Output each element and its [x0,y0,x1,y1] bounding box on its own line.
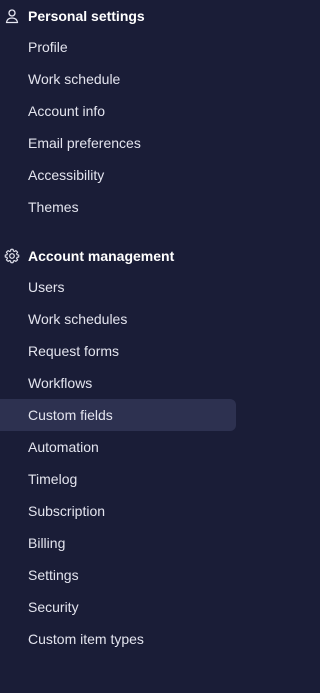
sidebar-item-work-schedules[interactable]: Work schedules [0,303,236,335]
sidebar-item-request-forms[interactable]: Request forms [0,335,236,367]
sidebar-item-account-info[interactable]: Account info [0,95,236,127]
sidebar-item-work-schedule[interactable]: Work schedule [0,63,236,95]
sidebar-item-profile[interactable]: Profile [0,31,236,63]
sidebar-item-label: Automation [28,439,99,455]
sidebar-item-label: Users [28,279,65,295]
section-header-personal-settings: Personal settings [0,2,248,30]
sidebar-item-label: Work schedules [28,311,128,327]
person-icon [5,9,19,24]
sidebar-item-users[interactable]: Users [0,271,236,303]
sidebar-item-label: Timelog [28,471,78,487]
sidebar-item-label: Email preferences [28,135,141,151]
sidebar-item-label: Custom item types [28,631,144,647]
section-title: Personal settings [28,8,145,24]
sidebar-item-label: Security [28,599,79,615]
section-title: Account management [28,248,175,264]
sidebar-item-label: Accessibility [28,167,105,183]
sidebar-item-label: Request forms [28,343,120,359]
sidebar-item-label: Work schedule [28,71,121,87]
sidebar-item-label: Billing [28,535,66,551]
sidebar-item-label: Account info [28,103,106,119]
sidebar-item-automation[interactable]: Automation [0,431,236,463]
sidebar-item-email-preferences[interactable]: Email preferences [0,127,236,159]
sidebar-item-label: Themes [28,199,79,215]
sidebar-item-timelog[interactable]: Timelog [0,463,236,495]
settings-sidebar: Personal settings Profile Work schedule … [0,0,248,693]
sidebar-item-label: Workflows [28,375,93,391]
gear-icon [4,248,20,264]
sidebar-item-themes[interactable]: Themes [0,191,236,223]
sidebar-item-accessibility[interactable]: Accessibility [0,159,236,191]
sidebar-item-label: Profile [28,39,68,55]
sidebar-item-security[interactable]: Security [0,591,236,623]
sidebar-item-label: Custom fields [28,407,113,423]
sidebar-item-custom-fields[interactable]: Custom fields [0,399,236,431]
sidebar-item-label: Settings [28,567,79,583]
sidebar-item-label: Subscription [28,503,106,519]
sidebar-item-workflows[interactable]: Workflows [0,367,236,399]
sidebar-item-billing[interactable]: Billing [0,527,236,559]
sidebar-item-subscription[interactable]: Subscription [0,495,236,527]
sidebar-item-settings[interactable]: Settings [0,559,236,591]
sidebar-item-custom-item-types[interactable]: Custom item types [0,623,236,655]
section-header-account-management: Account management [0,242,248,270]
